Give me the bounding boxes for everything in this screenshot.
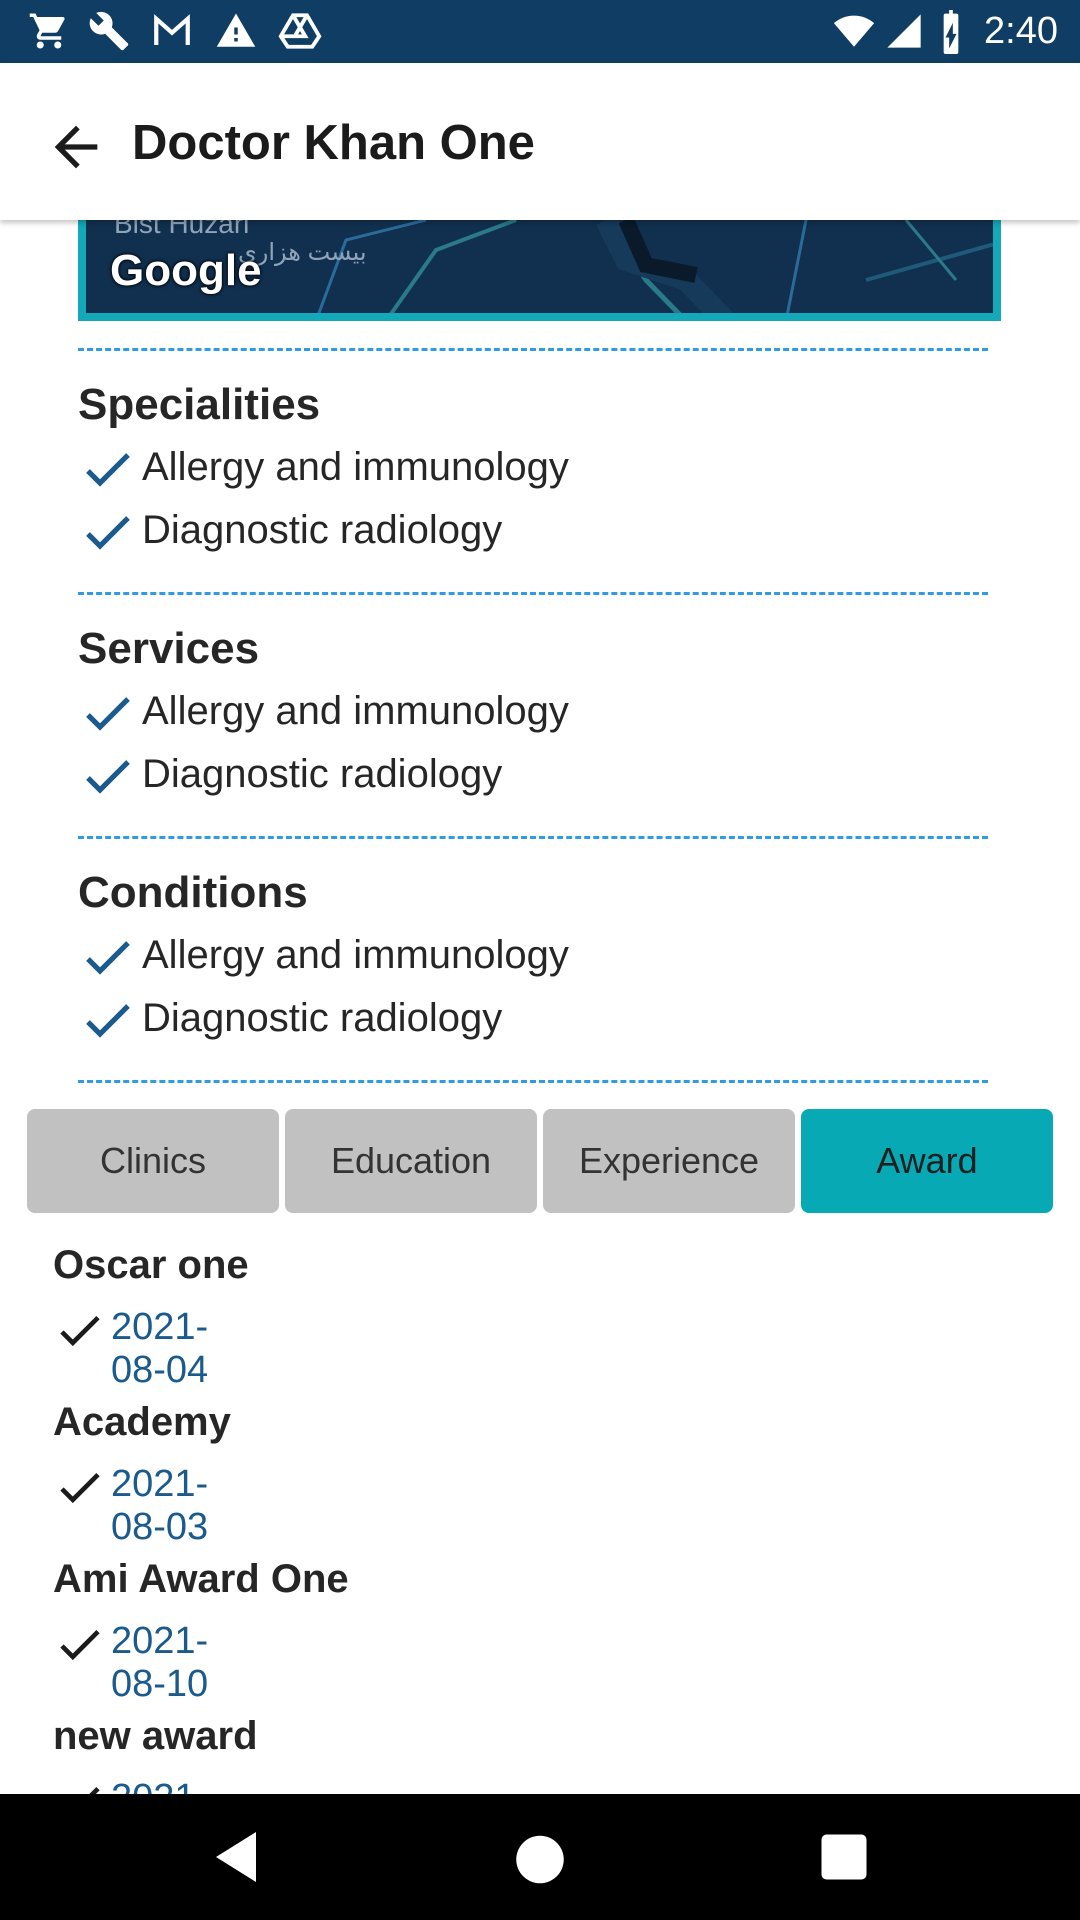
award-title: Oscar one [53, 1243, 249, 1287]
check-icon [60, 1315, 100, 1347]
map-view[interactable]: Bist Huzari بیست هزاری Google [78, 220, 1001, 321]
check-icon [86, 697, 130, 731]
app-bar: Doctor Khan One [0, 63, 1080, 220]
award-title: Academy [53, 1400, 231, 1444]
check-icon [86, 941, 130, 975]
tab-award[interactable]: Award [801, 1109, 1053, 1213]
check-icon [86, 760, 130, 794]
specialities-title: Specialities [78, 380, 321, 429]
check-icon [89, 1786, 100, 1794]
conditions-title: Conditions [78, 868, 308, 917]
signal-icon [887, 14, 921, 48]
tab-clinics[interactable]: Clinics [27, 1109, 279, 1213]
recents-square-icon[interactable] [814, 1827, 874, 1887]
tab-experience[interactable]: Experience [543, 1109, 795, 1213]
drive-icon [278, 13, 322, 49]
back-triangle-icon[interactable] [206, 1827, 266, 1887]
divider [78, 348, 988, 351]
divider [78, 1080, 988, 1083]
check-icon [86, 1004, 130, 1038]
system-nav-bar [0, 1794, 1080, 1920]
arrow-back-icon[interactable] [44, 115, 108, 179]
wrench-icon [89, 11, 129, 51]
page-title: Doctor Khan One [132, 116, 535, 170]
doctor-profile-content[interactable]: Bist Huzari بیست هزاری Google Specialiti… [0, 220, 1080, 1794]
map-place-label: Bist Huzari [114, 220, 250, 239]
battery-icon [943, 10, 959, 54]
warning-icon [216, 13, 256, 47]
services-title: Services [78, 624, 260, 673]
tab-education[interactable]: Education [285, 1109, 537, 1213]
status-time: 2:40 [984, 10, 1058, 52]
award-title: new award [53, 1714, 258, 1758]
check-icon [60, 1629, 100, 1661]
status-bar: 2:40 [0, 0, 1080, 63]
check-icon [60, 1472, 100, 1504]
divider [78, 836, 988, 839]
wifi-icon [833, 15, 875, 47]
check-icon [86, 516, 130, 550]
cart-icon [29, 13, 65, 49]
home-circle-icon[interactable] [510, 1827, 570, 1887]
google-logo: Google [110, 246, 262, 295]
gmail-icon [154, 14, 190, 45]
divider [78, 592, 988, 595]
check-icon [86, 453, 130, 487]
award-title: Ami Award One [53, 1557, 349, 1601]
